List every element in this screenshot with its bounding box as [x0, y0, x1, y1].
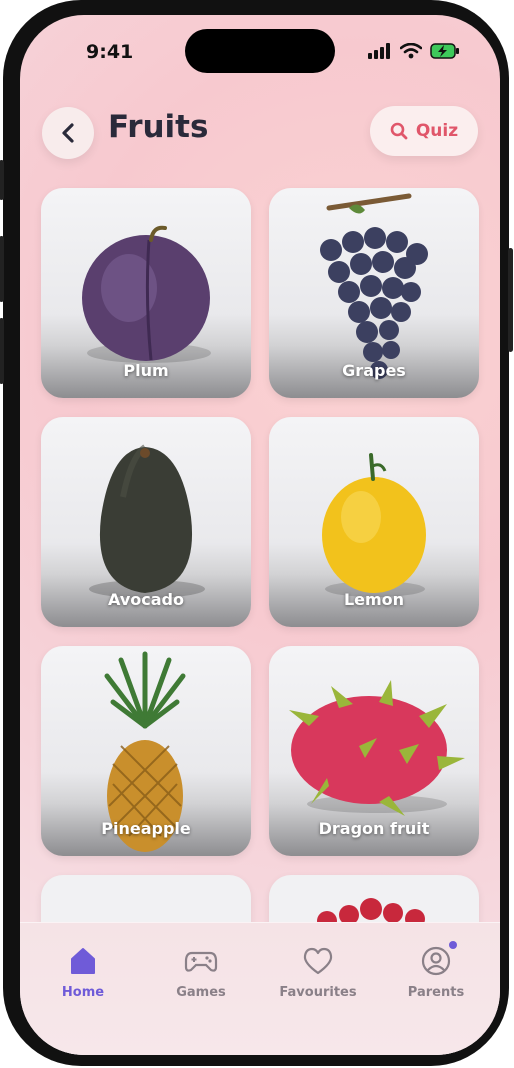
quiz-label: Quiz — [415, 121, 459, 141]
tab-label: Home — [61, 985, 105, 1000]
volume-down-button — [0, 318, 4, 384]
page-title: Fruits — [108, 109, 209, 145]
tab-home[interactable]: Home — [28, 943, 138, 1000]
chevron-left-icon — [62, 123, 74, 143]
notification-dot — [449, 941, 457, 949]
back-button[interactable] — [42, 107, 94, 159]
dynamic-island — [185, 29, 335, 73]
fruit-label: Avocado — [108, 590, 184, 609]
tab-favourites[interactable]: Favourites — [263, 943, 373, 1000]
tab-label: Games — [176, 985, 226, 1000]
fruit-card-grapes[interactable]: Grapes — [269, 188, 479, 398]
tab-parents[interactable]: Parents — [381, 941, 491, 1000]
battery-icon — [430, 43, 459, 59]
user-icon — [421, 946, 451, 976]
power-button — [508, 248, 513, 352]
tab-bar: Home Games Favourites Parents — [20, 922, 500, 1055]
signal-icon — [368, 43, 390, 59]
fruit-card-lemon[interactable]: Lemon — [269, 417, 479, 627]
search-icon — [390, 122, 408, 140]
gamepad-icon — [184, 951, 218, 972]
quiz-button[interactable]: Quiz — [370, 106, 478, 156]
home-icon — [71, 948, 95, 974]
status-bar: 9:41 — [20, 29, 500, 73]
mute-switch — [0, 160, 4, 200]
fruit-label: Pineapple — [101, 819, 191, 838]
fruit-card-pineapple[interactable]: Pineapple — [41, 646, 251, 856]
tab-label: Parents — [407, 985, 465, 1000]
fruit-label: Plum — [123, 361, 169, 380]
fruit-label: Grapes — [342, 361, 406, 380]
screen: 9:41 Fruits Quiz Plum Grapes Avocado Lem… — [20, 15, 500, 1055]
status-time: 9:41 — [86, 41, 134, 63]
fruit-label: Dragon fruit — [318, 819, 430, 838]
volume-up-button — [0, 236, 4, 302]
fruit-card-dragon-fruit[interactable]: Dragon fruit — [269, 646, 479, 856]
heart-icon — [303, 947, 333, 975]
tab-label: Favourites — [279, 985, 357, 1000]
fruit-card-avocado[interactable]: Avocado — [41, 417, 251, 627]
phone-frame: 9:41 Fruits Quiz Plum Grapes Avocado Lem… — [0, 0, 513, 1066]
fruit-label: Lemon — [343, 590, 405, 609]
status-icons — [368, 43, 460, 59]
tab-games[interactable]: Games — [146, 943, 256, 1000]
wifi-icon — [400, 43, 422, 59]
fruit-card-plum[interactable]: Plum — [41, 188, 251, 398]
